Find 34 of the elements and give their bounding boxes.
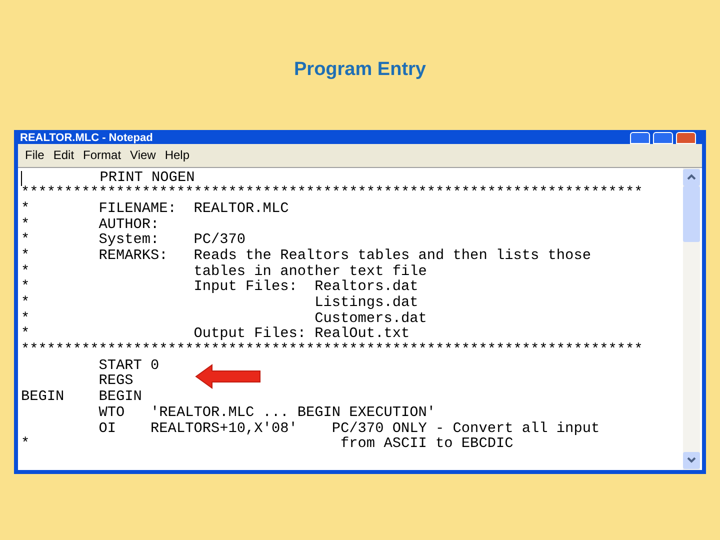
code-line: * tables in another text file [21,264,427,280]
menu-item[interactable]: Format [80,146,124,164]
arrow-icon [195,364,261,389]
text-cursor [21,170,22,186]
code-line: BEGIN BEGIN [21,390,142,406]
slide-title: Program Entry [294,58,426,82]
scroll-down-button[interactable] [683,452,700,468]
maximize-button[interactable] [653,132,673,144]
code-line: * REMARKS: Reads the Realtors tables and then lists those [21,248,591,264]
code-line: ************************************************************************ [21,186,643,202]
menu-item[interactable]: View [127,146,159,164]
code-line: OI REALTORS+10,X'08' PC/370 ONLY - Convert all input [98,422,600,436]
code-line: * Listings.dat [21,296,418,312]
code-line: * Input Files: Realtors.dat [21,280,418,296]
menu-item[interactable]: File [22,146,48,164]
code-line: WTO 'REALTOR.MLC ... BEGIN EXECUTION' [98,406,436,422]
code-line: START 0 [98,358,160,374]
menu-item[interactable]: Help [162,146,193,164]
code-line: * Output Files: RealOut.txt [21,327,410,342]
code-line: * Customers.dat [21,312,427,327]
close-button[interactable] [676,132,696,144]
window-title: REALTOR.MLC - Notepad [20,132,153,144]
code-line: * System: PC/370 [21,233,246,248]
code-line: REGS [98,374,134,390]
code-line: * AUTHOR: [21,218,160,233]
scroll-up-button[interactable] [683,168,700,186]
code-line: * FILENAME: REALTOR.MLC [21,202,289,218]
menu-item[interactable]: Edit [50,146,78,164]
code-line: PRINT NOGEN [98,170,195,186]
code-line: ************************************************************************ [21,343,643,359]
code-line: * from ASCII to EBCDIC [21,437,514,453]
scroll-thumb[interactable] [683,186,700,242]
scrollbar[interactable] [683,168,700,470]
minimize-button[interactable] [630,132,650,144]
